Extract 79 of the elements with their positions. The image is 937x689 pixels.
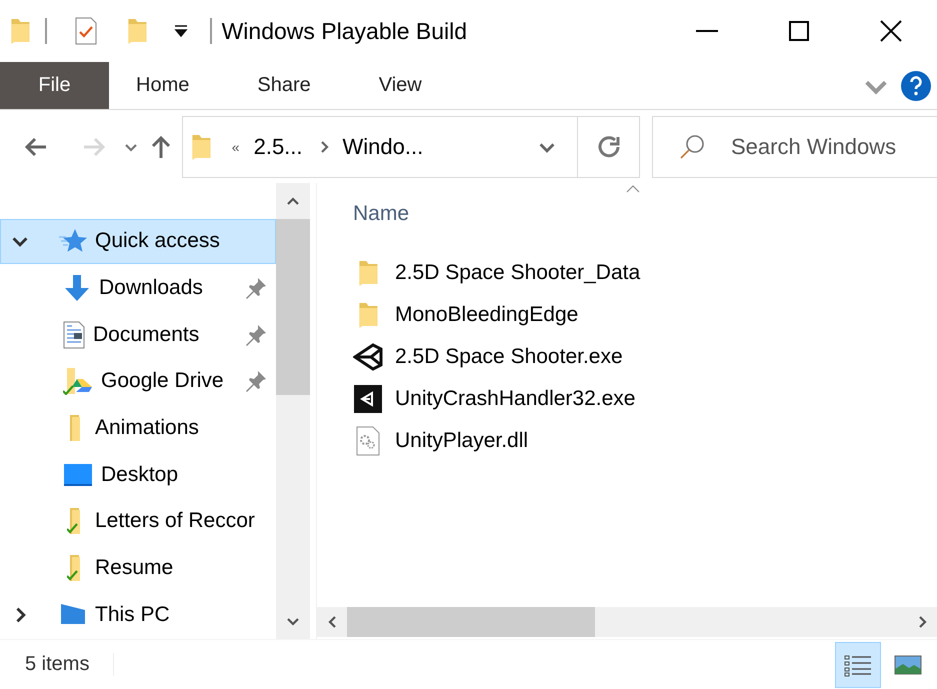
nav-tree-item[interactable]: This PC	[0, 592, 276, 638]
pin-icon[interactable]	[245, 277, 267, 299]
breadcrumb[interactable]: 2.5...	[254, 134, 303, 160]
nav-tree-item[interactable]: Letters of Reccor	[0, 499, 276, 544]
file-name: MonoBleedingEdge	[395, 303, 578, 327]
sort-caret-icon	[626, 185, 640, 193]
address-bar[interactable]: « 2.5... Windo...	[182, 116, 578, 178]
up-arrow-icon	[151, 135, 171, 159]
synced-folder-icon	[67, 507, 83, 536]
search-box[interactable]: Search Windows	[652, 116, 937, 178]
ribbon-tab[interactable]: Share	[230, 62, 338, 109]
nav-tree-item[interactable]: Google Drive	[0, 359, 276, 404]
file-menu-button[interactable]: File	[0, 62, 109, 109]
close-icon	[880, 20, 902, 42]
breadcrumb[interactable]: Windo...	[342, 134, 424, 160]
nav-item-label: Quick access	[95, 229, 220, 254]
nav-item-label: Google Drive	[101, 369, 224, 394]
details-list-icon	[843, 652, 873, 676]
ribbon-tab[interactable]: Home	[109, 62, 216, 109]
refresh-button[interactable]	[578, 116, 640, 178]
file-row[interactable]: 2.5D Space Shooter.exe	[353, 336, 937, 378]
desktop-icon	[63, 462, 93, 487]
nav-item-label: This PC	[95, 602, 170, 627]
file-row[interactable]: 2.5D Space Shooter_Data	[353, 252, 937, 294]
pin-icon[interactable]	[245, 324, 267, 346]
folder-icon	[191, 134, 212, 160]
column-header[interactable]: Name	[353, 202, 410, 226]
folder-icon	[67, 414, 83, 442]
new-folder-icon	[126, 18, 148, 44]
file-row[interactable]: UnityPlayer.dll	[353, 420, 937, 462]
scrollbar-thumb[interactable]	[347, 607, 595, 637]
document-icon	[63, 320, 85, 349]
file-name: 2.5D Space Shooter.exe	[395, 345, 623, 369]
nav-item-label: Desktop	[101, 462, 178, 487]
nav-tree-item[interactable]: Downloads	[0, 266, 276, 310]
synced-folder-icon	[67, 554, 83, 582]
file-name: 2.5D Space Shooter_Data	[395, 261, 640, 285]
nav-tree-item[interactable]: Animations	[0, 406, 276, 450]
file-row[interactable]: MonoBleedingEdge	[353, 294, 937, 336]
file-name: UnityCrashHandler32.exe	[395, 387, 636, 411]
unity-logo-icon	[354, 385, 382, 413]
scrollbar-thumb[interactable]	[276, 219, 310, 395]
nav-item-label: Documents	[93, 322, 200, 347]
item-count: 5 items	[0, 653, 114, 676]
nav-item-label: Resume	[95, 556, 174, 580]
overflow-marker[interactable]: «	[232, 139, 240, 155]
forward-arrow-icon	[82, 137, 106, 157]
minimize-icon	[696, 30, 718, 32]
pin-icon[interactable]	[245, 370, 267, 392]
download-arrow-icon	[63, 274, 91, 302]
nav-item-label: Letters of Reccor	[95, 509, 255, 534]
ribbon-tab[interactable]: View	[352, 62, 449, 109]
settings-file-icon	[356, 426, 380, 456]
nav-tree-item[interactable]: Desktop	[0, 452, 276, 498]
folder-icon	[358, 302, 378, 328]
nav-item-label: Animations	[95, 416, 199, 440]
star-icon	[59, 228, 87, 254]
nav-tree-item[interactable]: Documents	[0, 312, 276, 358]
landscape-picture-icon	[894, 654, 922, 674]
drive-folder-icon	[63, 367, 93, 396]
file-row[interactable]: UnityCrashHandler32.exe	[353, 378, 937, 420]
unity-logo-icon	[353, 342, 383, 372]
search-icon	[679, 134, 705, 160]
help-icon[interactable]	[901, 70, 931, 100]
search-field[interactable]: Search Windows	[729, 133, 923, 161]
folder-icon	[358, 260, 378, 286]
properties-icon[interactable]	[74, 17, 97, 45]
folder-icon	[10, 18, 31, 44]
nav-tree-item[interactable]: Resume	[0, 546, 276, 590]
back-arrow-icon	[24, 137, 48, 157]
nav-tree-item[interactable]: Quick access	[0, 219, 276, 264]
details-view-button[interactable]	[835, 642, 881, 688]
dropdown-caret-icon[interactable]	[174, 25, 188, 37]
file-name: UnityPlayer.dll	[395, 429, 528, 453]
maximize-icon	[789, 21, 809, 41]
monitor-icon	[59, 602, 87, 627]
refresh-icon	[596, 135, 620, 159]
window-title: Windows Playable Build	[222, 18, 468, 44]
nav-item-label: Downloads	[99, 276, 203, 300]
